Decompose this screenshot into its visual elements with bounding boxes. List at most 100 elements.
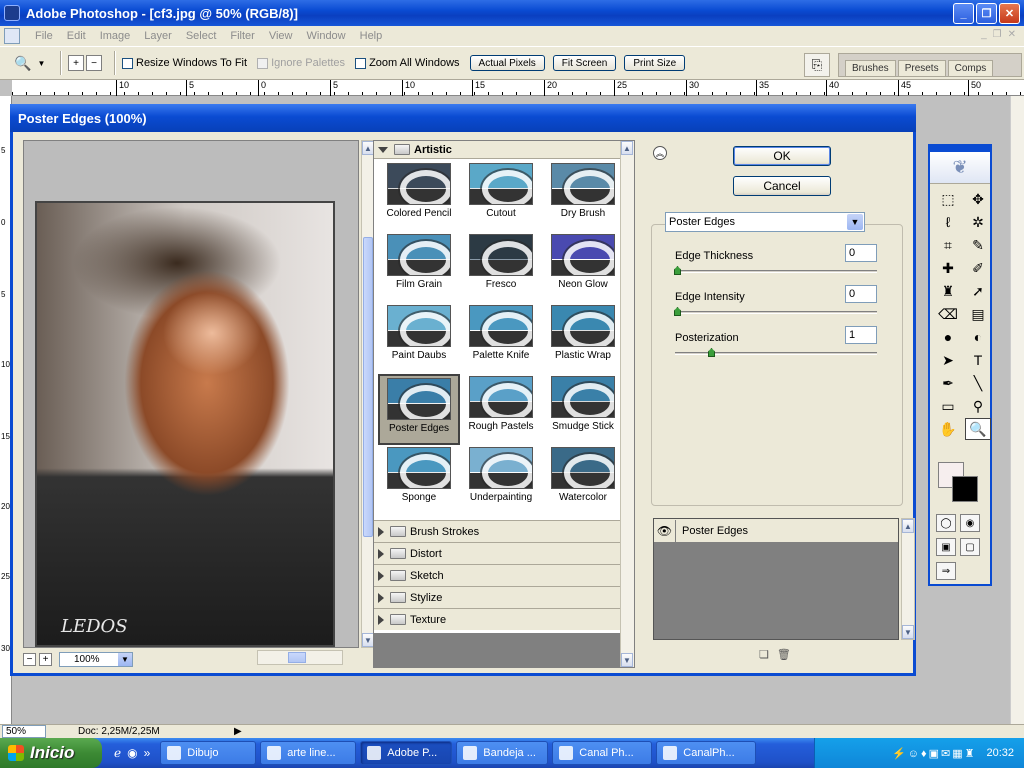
- taskbar-task[interactable]: arte line...: [260, 741, 357, 765]
- category-stylize[interactable]: Stylize: [374, 586, 634, 608]
- quick-mask-icon[interactable]: ◉: [960, 514, 980, 532]
- filter-thumb-fresco[interactable]: Fresco: [460, 232, 542, 303]
- category-artistic[interactable]: Artistic: [374, 141, 634, 159]
- menu-layer[interactable]: Layer: [137, 30, 179, 42]
- tool-preset-picker[interactable]: 🔍 ▼: [14, 49, 54, 77]
- param-slider-track[interactable]: [675, 352, 877, 355]
- path-selection-icon[interactable]: ➤: [935, 349, 961, 371]
- filter-thumb-dry-brush[interactable]: Dry Brush: [542, 161, 624, 232]
- hand-tool-icon[interactable]: ✋: [935, 418, 961, 440]
- category-distort[interactable]: Distort: [374, 542, 634, 564]
- palette-tab-presets[interactable]: Presets: [897, 60, 946, 76]
- feather-logo-icon[interactable]: ❦: [930, 152, 990, 184]
- line-tool-icon[interactable]: ╲: [965, 372, 991, 394]
- zoom-in-icon[interactable]: +: [68, 55, 84, 71]
- filter-thumb-smudge-stick[interactable]: Smudge Stick: [542, 374, 624, 445]
- new-effect-layer-icon[interactable]: ❏: [759, 648, 769, 661]
- filter-thumb-colored-pencil[interactable]: Colored Pencil: [378, 161, 460, 232]
- filter-thumb-watercolor[interactable]: Watercolor: [542, 445, 624, 516]
- zoom-tool-icon[interactable]: 🔍: [965, 418, 991, 440]
- menu-image[interactable]: Image: [93, 30, 138, 42]
- zoom-percent-field[interactable]: 50%: [2, 725, 46, 738]
- zoom-out-button[interactable]: −: [23, 652, 36, 666]
- tray-icons[interactable]: ⚡☺♦▣✉▦♜: [892, 747, 976, 760]
- filter-thumb-paint-daubs[interactable]: Paint Daubs: [378, 303, 460, 374]
- menu-file[interactable]: File: [28, 30, 60, 42]
- scroll-up-icon[interactable]: ▲: [621, 141, 633, 155]
- history-brush-icon[interactable]: ➚: [965, 280, 991, 302]
- param-value-input[interactable]: 1: [845, 326, 877, 344]
- blur-tool-icon[interactable]: ●: [935, 326, 961, 348]
- param-value-input[interactable]: 0: [845, 244, 877, 262]
- menu-select[interactable]: Select: [179, 30, 224, 42]
- zoom-out-icon[interactable]: −: [86, 55, 102, 71]
- effect-layer-row[interactable]: 👁 Poster Edges: [654, 519, 898, 543]
- filter-thumb-rough-pastels[interactable]: Rough Pastels: [460, 374, 542, 445]
- move-tool-icon[interactable]: ✥: [965, 188, 991, 210]
- healing-brush-icon[interactable]: ✚: [935, 257, 961, 279]
- filter-thumb-poster-edges[interactable]: Poster Edges: [378, 374, 460, 445]
- filter-thumb-plastic-wrap[interactable]: Plastic Wrap: [542, 303, 624, 374]
- eye-icon[interactable]: 👁: [654, 519, 676, 542]
- media-icon[interactable]: ◉: [127, 746, 137, 760]
- document-icon[interactable]: [4, 28, 20, 44]
- dodge-tool-icon[interactable]: ◐: [965, 326, 991, 348]
- jump-to-imageready-icon[interactable]: ⇒: [936, 562, 956, 580]
- fit-screen-button[interactable]: Fit Screen: [552, 55, 617, 71]
- menu-edit[interactable]: Edit: [60, 30, 93, 42]
- slice-tool-icon[interactable]: ✎: [965, 234, 991, 256]
- param-slider-track[interactable]: [675, 270, 877, 273]
- menu-view[interactable]: View: [262, 30, 300, 42]
- zoom-in-button[interactable]: +: [39, 652, 52, 666]
- taskbar-task[interactable]: Canal Ph...: [552, 741, 653, 765]
- scroll-down-icon[interactable]: ▼: [621, 653, 633, 667]
- preview-horizontal-scrollbar[interactable]: [257, 650, 343, 665]
- cancel-button[interactable]: Cancel: [733, 176, 831, 196]
- ie-icon[interactable]: ℯ: [114, 746, 121, 760]
- minimize-button[interactable]: _: [953, 3, 974, 24]
- ok-button[interactable]: OK: [733, 146, 831, 166]
- param-value-input[interactable]: 0: [845, 285, 877, 303]
- dialog-titlebar[interactable]: Poster Edges (100%): [10, 104, 916, 132]
- category-brush-strokes[interactable]: Brush Strokes: [374, 520, 634, 542]
- param-slider-track[interactable]: [675, 311, 877, 314]
- gradient-tool-icon[interactable]: ▤: [965, 303, 991, 325]
- palette-tab-comps[interactable]: Comps: [947, 60, 994, 76]
- filter-thumb-palette-knife[interactable]: Palette Knife: [460, 303, 542, 374]
- close-button[interactable]: ✕: [999, 3, 1020, 24]
- type-tool-icon[interactable]: T: [965, 349, 991, 371]
- collapse-gallery-icon[interactable]: ︽: [653, 146, 667, 160]
- actual-pixels-button[interactable]: Actual Pixels: [469, 55, 545, 71]
- taskbar-task[interactable]: CanalPh...: [656, 741, 757, 765]
- notes-tool-icon[interactable]: ▭: [935, 395, 961, 417]
- screen-mode-full-icon[interactable]: ▢: [960, 538, 980, 556]
- start-button[interactable]: Inicio: [0, 738, 102, 768]
- filter-thumb-film-grain[interactable]: Film Grain: [378, 232, 460, 303]
- taskbar-task[interactable]: Bandeja ...: [456, 741, 549, 765]
- brush-tool-icon[interactable]: ✐: [965, 257, 991, 279]
- eyedropper-icon[interactable]: ⚲: [965, 395, 991, 417]
- pen-tool-icon[interactable]: ✒: [935, 372, 961, 394]
- zoom-select[interactable]: 100% ▼: [59, 651, 133, 667]
- window-titlebar[interactable]: Adobe Photoshop - [cf3.jpg @ 50% (RGB/8)…: [0, 0, 1024, 26]
- filter-select[interactable]: Poster Edges ▼: [665, 212, 865, 232]
- filter-thumb-sponge[interactable]: Sponge: [378, 445, 460, 516]
- lasso-tool-icon[interactable]: ℓ: [935, 211, 961, 233]
- palette-tab-brushes[interactable]: Brushes: [845, 60, 896, 76]
- background-color-swatch[interactable]: [952, 476, 978, 502]
- resize-windows-checkbox[interactable]: Resize Windows To Fit: [122, 57, 247, 69]
- print-size-button[interactable]: Print Size: [624, 55, 686, 71]
- filter-thumb-cutout[interactable]: Cutout: [460, 161, 542, 232]
- expand-quicklaunch-icon[interactable]: »: [144, 746, 151, 760]
- category-sketch[interactable]: Sketch: [374, 564, 634, 586]
- menu-filter[interactable]: Filter: [223, 30, 261, 42]
- delete-effect-layer-icon[interactable]: 🗑: [777, 648, 791, 661]
- category-texture[interactable]: Texture: [374, 608, 634, 630]
- menu-window[interactable]: Window: [300, 30, 353, 42]
- layers-scrollbar[interactable]: ▲ ▼: [901, 518, 915, 640]
- filter-thumb-neon-glow[interactable]: Neon Glow: [542, 232, 624, 303]
- taskbar-task[interactable]: Adobe P...: [360, 741, 453, 765]
- standard-mode-icon[interactable]: ◯: [936, 514, 956, 532]
- clone-stamp-icon[interactable]: ♜: [935, 280, 961, 302]
- doc-minimize-button[interactable]: _: [981, 29, 987, 40]
